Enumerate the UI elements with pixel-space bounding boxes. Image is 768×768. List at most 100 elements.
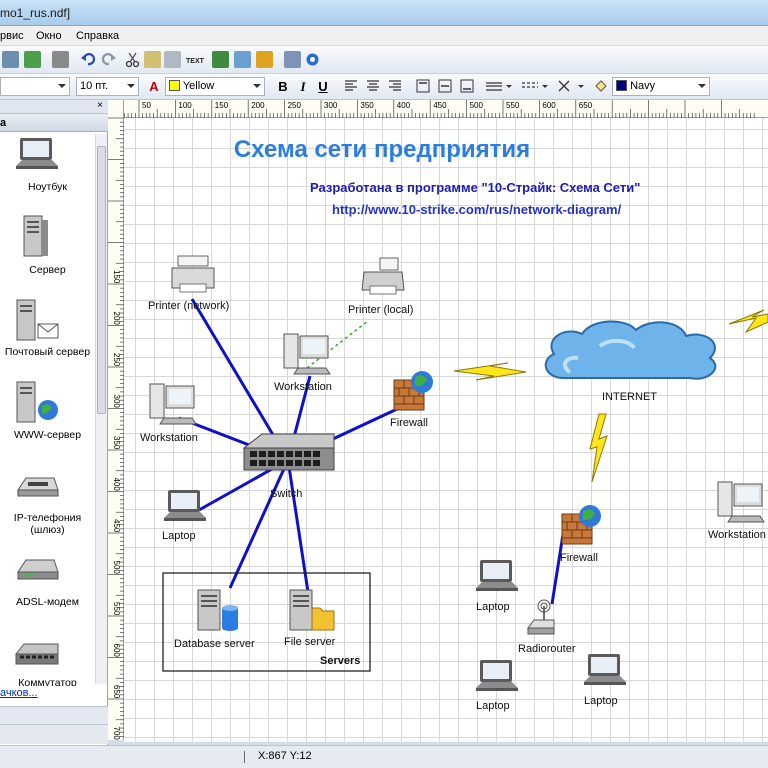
library-item-mail-server[interactable]: Почтовый сервер — [0, 346, 95, 358]
arrow-style-icon[interactable] — [556, 78, 586, 96]
internet-cloud-icon[interactable] — [540, 316, 722, 393]
fill-bucket-icon[interactable] — [592, 78, 610, 96]
workstation-left-icon[interactable] — [148, 382, 198, 431]
firewall-main-icon[interactable] — [390, 368, 438, 417]
diagram-canvas[interactable]: Схема сети предприятия Разработана в про… — [124, 118, 768, 742]
menu-item-service[interactable]: рвис — [0, 30, 24, 42]
ruler-label: 300 — [324, 101, 338, 110]
line-width-icon[interactable] — [484, 78, 514, 96]
ruler-label: 200 — [251, 101, 265, 110]
panel-close-icon[interactable]: × — [97, 100, 103, 111]
server-icon[interactable] — [14, 214, 60, 263]
line-style-icon[interactable] — [520, 78, 550, 96]
font-size-select[interactable]: 10 пт. — [76, 77, 139, 96]
ruler-label: 200 — [112, 312, 121, 326]
ruler-label: 400 — [397, 101, 411, 110]
underline-button[interactable]: U — [314, 78, 332, 96]
switch-device-icon[interactable] — [242, 430, 336, 481]
workstation-top-icon[interactable] — [282, 332, 332, 381]
picture-icon[interactable] — [284, 51, 301, 68]
redo-icon[interactable] — [100, 51, 117, 68]
ip-gateway-icon[interactable] — [14, 468, 60, 505]
laptop-icon[interactable] — [14, 136, 60, 179]
line-color-name: Navy — [630, 80, 656, 92]
undo-icon[interactable] — [80, 51, 97, 68]
library-scrollbar[interactable] — [95, 134, 107, 684]
image-icon[interactable] — [2, 51, 19, 68]
ruler-label: 700 — [112, 727, 121, 741]
menu-item-window[interactable]: Окно — [36, 30, 62, 42]
ruler-label: 50 — [142, 101, 151, 110]
connector-icon[interactable] — [212, 51, 229, 68]
database-server-icon[interactable] — [196, 588, 242, 637]
library-item-switch[interactable]: Коммутатор — [0, 677, 95, 686]
export-icon[interactable] — [24, 51, 41, 68]
library-item-www-server[interactable]: WWW-сервер — [0, 429, 95, 441]
switch-icon[interactable] — [14, 638, 60, 675]
main-toolbar: TEXT — [0, 46, 768, 74]
workstation-right-icon[interactable] — [716, 480, 766, 529]
laptop-r3-icon[interactable] — [582, 652, 628, 695]
local-printer-icon[interactable] — [360, 256, 408, 303]
device-library-panel: × а Ноутбук Сервер Почтовый сервер WWW-с… — [0, 100, 108, 745]
more-icons-link[interactable]: ачков... — [0, 687, 38, 699]
copy-icon[interactable] — [144, 51, 161, 68]
radiorouter-icon[interactable] — [526, 596, 556, 641]
bold-button[interactable]: B — [274, 78, 292, 96]
font-color-icon[interactable]: A — [145, 78, 163, 96]
ruler-label: 650 — [112, 685, 121, 699]
library-item-laptop[interactable]: Ноутбук — [0, 181, 95, 193]
menu-item-help[interactable]: Справка — [76, 30, 119, 42]
print-icon[interactable] — [52, 51, 69, 68]
library-item-ip-gateway[interactable]: IP-телефония (шлюз) — [0, 512, 95, 536]
label-printer-network: Printer (network) — [148, 300, 230, 312]
font-family-select[interactable] — [0, 77, 70, 96]
laptop-left-icon[interactable] — [162, 488, 208, 531]
adsl-modem-icon[interactable] — [14, 552, 60, 589]
mail-server-icon[interactable] — [14, 298, 60, 347]
paste-icon[interactable] — [164, 51, 181, 68]
settings-icon[interactable] — [304, 51, 321, 68]
network-scan-icon[interactable] — [234, 51, 251, 68]
valign-middle-icon[interactable] — [436, 78, 454, 96]
valign-bottom-icon[interactable] — [458, 78, 476, 96]
ruler-label: 450 — [433, 101, 447, 110]
label-workstation-right: Workstation — [708, 529, 766, 541]
ruler-label: 550 — [506, 101, 520, 110]
laptop-r1-icon[interactable] — [474, 558, 520, 601]
title-bar: mo1_rus.ndf] — [0, 0, 768, 26]
text-tool-icon[interactable]: TEXT — [186, 51, 205, 68]
laptop-r2-icon[interactable] — [474, 658, 520, 701]
ruler-label: 400 — [112, 478, 121, 492]
label-laptop-left: Laptop — [162, 530, 196, 542]
www-server-icon[interactable] — [14, 380, 60, 429]
network-printer-icon[interactable] — [170, 254, 218, 299]
cursor-icon — [244, 751, 246, 763]
label-firewall-remote: Firewall — [560, 552, 598, 564]
library-item-adsl-modem[interactable]: ADSL-модем — [0, 596, 95, 608]
line-color-select[interactable]: Navy — [612, 77, 710, 96]
align-left-icon[interactable] — [342, 78, 360, 96]
label-laptop-r1: Laptop — [476, 601, 510, 613]
valign-top-icon[interactable] — [414, 78, 432, 96]
fill-color-select[interactable]: Yellow — [165, 77, 265, 96]
firewall-remote-icon[interactable] — [558, 502, 606, 551]
ruler-label: 550 — [112, 602, 121, 616]
align-center-icon[interactable] — [364, 78, 382, 96]
ruler-label: 600 — [542, 101, 556, 110]
align-right-icon[interactable] — [386, 78, 404, 96]
scrollbar-thumb[interactable] — [97, 146, 106, 414]
cut-icon[interactable] — [124, 51, 141, 68]
diagram-url[interactable]: http://www.10-strike.com/rus/network-dia… — [332, 202, 621, 217]
vertical-ruler: 150 200 250 300 350 400 450 500 550 600 650 700 — [108, 100, 124, 766]
diagram-subtitle: Разработана в программе "10-Страйк: Схем… — [310, 180, 641, 195]
ruler-label: 650 — [579, 101, 593, 110]
label-database-server: Database server — [174, 638, 255, 650]
panel-footer-bar-2 — [0, 724, 108, 744]
lightning-firewall-internet — [453, 362, 527, 381]
library-item-server[interactable]: Сервер — [0, 264, 95, 276]
italic-button[interactable]: I — [294, 78, 312, 96]
group-icon[interactable] — [256, 51, 273, 68]
line-color-swatch — [616, 80, 627, 91]
file-server-icon[interactable] — [288, 588, 338, 637]
